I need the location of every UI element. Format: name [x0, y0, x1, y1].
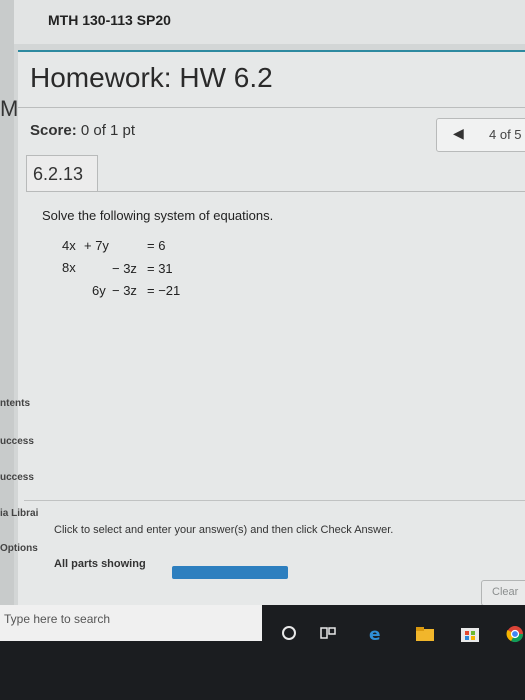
eq2-term-x: 8x	[62, 260, 76, 275]
question-prompt: Solve the following system of equations.	[42, 208, 274, 223]
question-number: 6.2.13	[33, 164, 84, 184]
question-position: 4 of 5	[489, 127, 522, 142]
eq2-rhs: = 31	[147, 261, 173, 276]
previous-question-icon[interactable]: ◀	[453, 125, 464, 142]
file-explorer-icon[interactable]	[415, 625, 435, 648]
browser-viewport: MTH 130-113 SP20 M Homework: HW 6.2 Scor…	[0, 0, 525, 605]
answer-instruction: Click to select and enter your answer(s)…	[54, 524, 394, 536]
course-title: MTH 130-113 SP20	[48, 12, 171, 28]
cortana-icon[interactable]	[281, 625, 297, 646]
sidebar-item-success-1[interactable]: uccess	[0, 436, 34, 447]
parts-progress-bar	[172, 566, 288, 579]
title-divider	[18, 107, 525, 108]
sidebar-item-options[interactable]: Options	[0, 543, 38, 554]
clear-all-button[interactable]: Clear	[481, 580, 525, 605]
taskbar-search-input[interactable]: Type here to search	[0, 605, 262, 641]
score-label: Score:	[30, 122, 77, 139]
question-navigator: ◀ 4 of 5	[436, 118, 525, 152]
chrome-icon[interactable]	[506, 625, 524, 648]
sidebar-item-media-library[interactable]: ia Librai	[0, 508, 38, 519]
eq1-term-y: + 7y	[84, 238, 109, 253]
svg-text:e: e	[369, 625, 381, 643]
eq3-term-z: − 3z	[112, 283, 137, 298]
question-divider	[26, 191, 525, 192]
score-value: 0 of 1 pt	[80, 122, 136, 139]
question-number-tab[interactable]: 6.2.13	[26, 155, 98, 192]
clear-all-label: Clear	[492, 586, 519, 598]
eq3-term-y: 6y	[92, 283, 106, 298]
sidebar-letter: M	[0, 96, 19, 121]
course-header: MTH 130-113 SP20	[14, 0, 525, 44]
footer-divider	[24, 500, 525, 501]
edge-icon[interactable]: e	[368, 625, 386, 648]
eq2-term-z: − 3z	[112, 261, 137, 276]
eq1-rhs: = 6	[147, 238, 166, 253]
score-display: Score: 0 of 1 pt	[30, 122, 135, 139]
store-icon[interactable]	[460, 625, 480, 648]
sidebar-item-contents[interactable]: ntents	[0, 398, 30, 409]
parts-status: All parts showing	[54, 558, 146, 570]
eq1-term-x: 4x	[62, 238, 76, 253]
taskbar-search-placeholder: Type here to search	[4, 612, 111, 626]
eq3-rhs: = −21	[147, 283, 181, 298]
task-view-icon[interactable]	[320, 625, 336, 646]
sidebar-item-success-2[interactable]: uccess	[0, 472, 34, 483]
homework-title: Homework: HW 6.2	[30, 62, 273, 93]
